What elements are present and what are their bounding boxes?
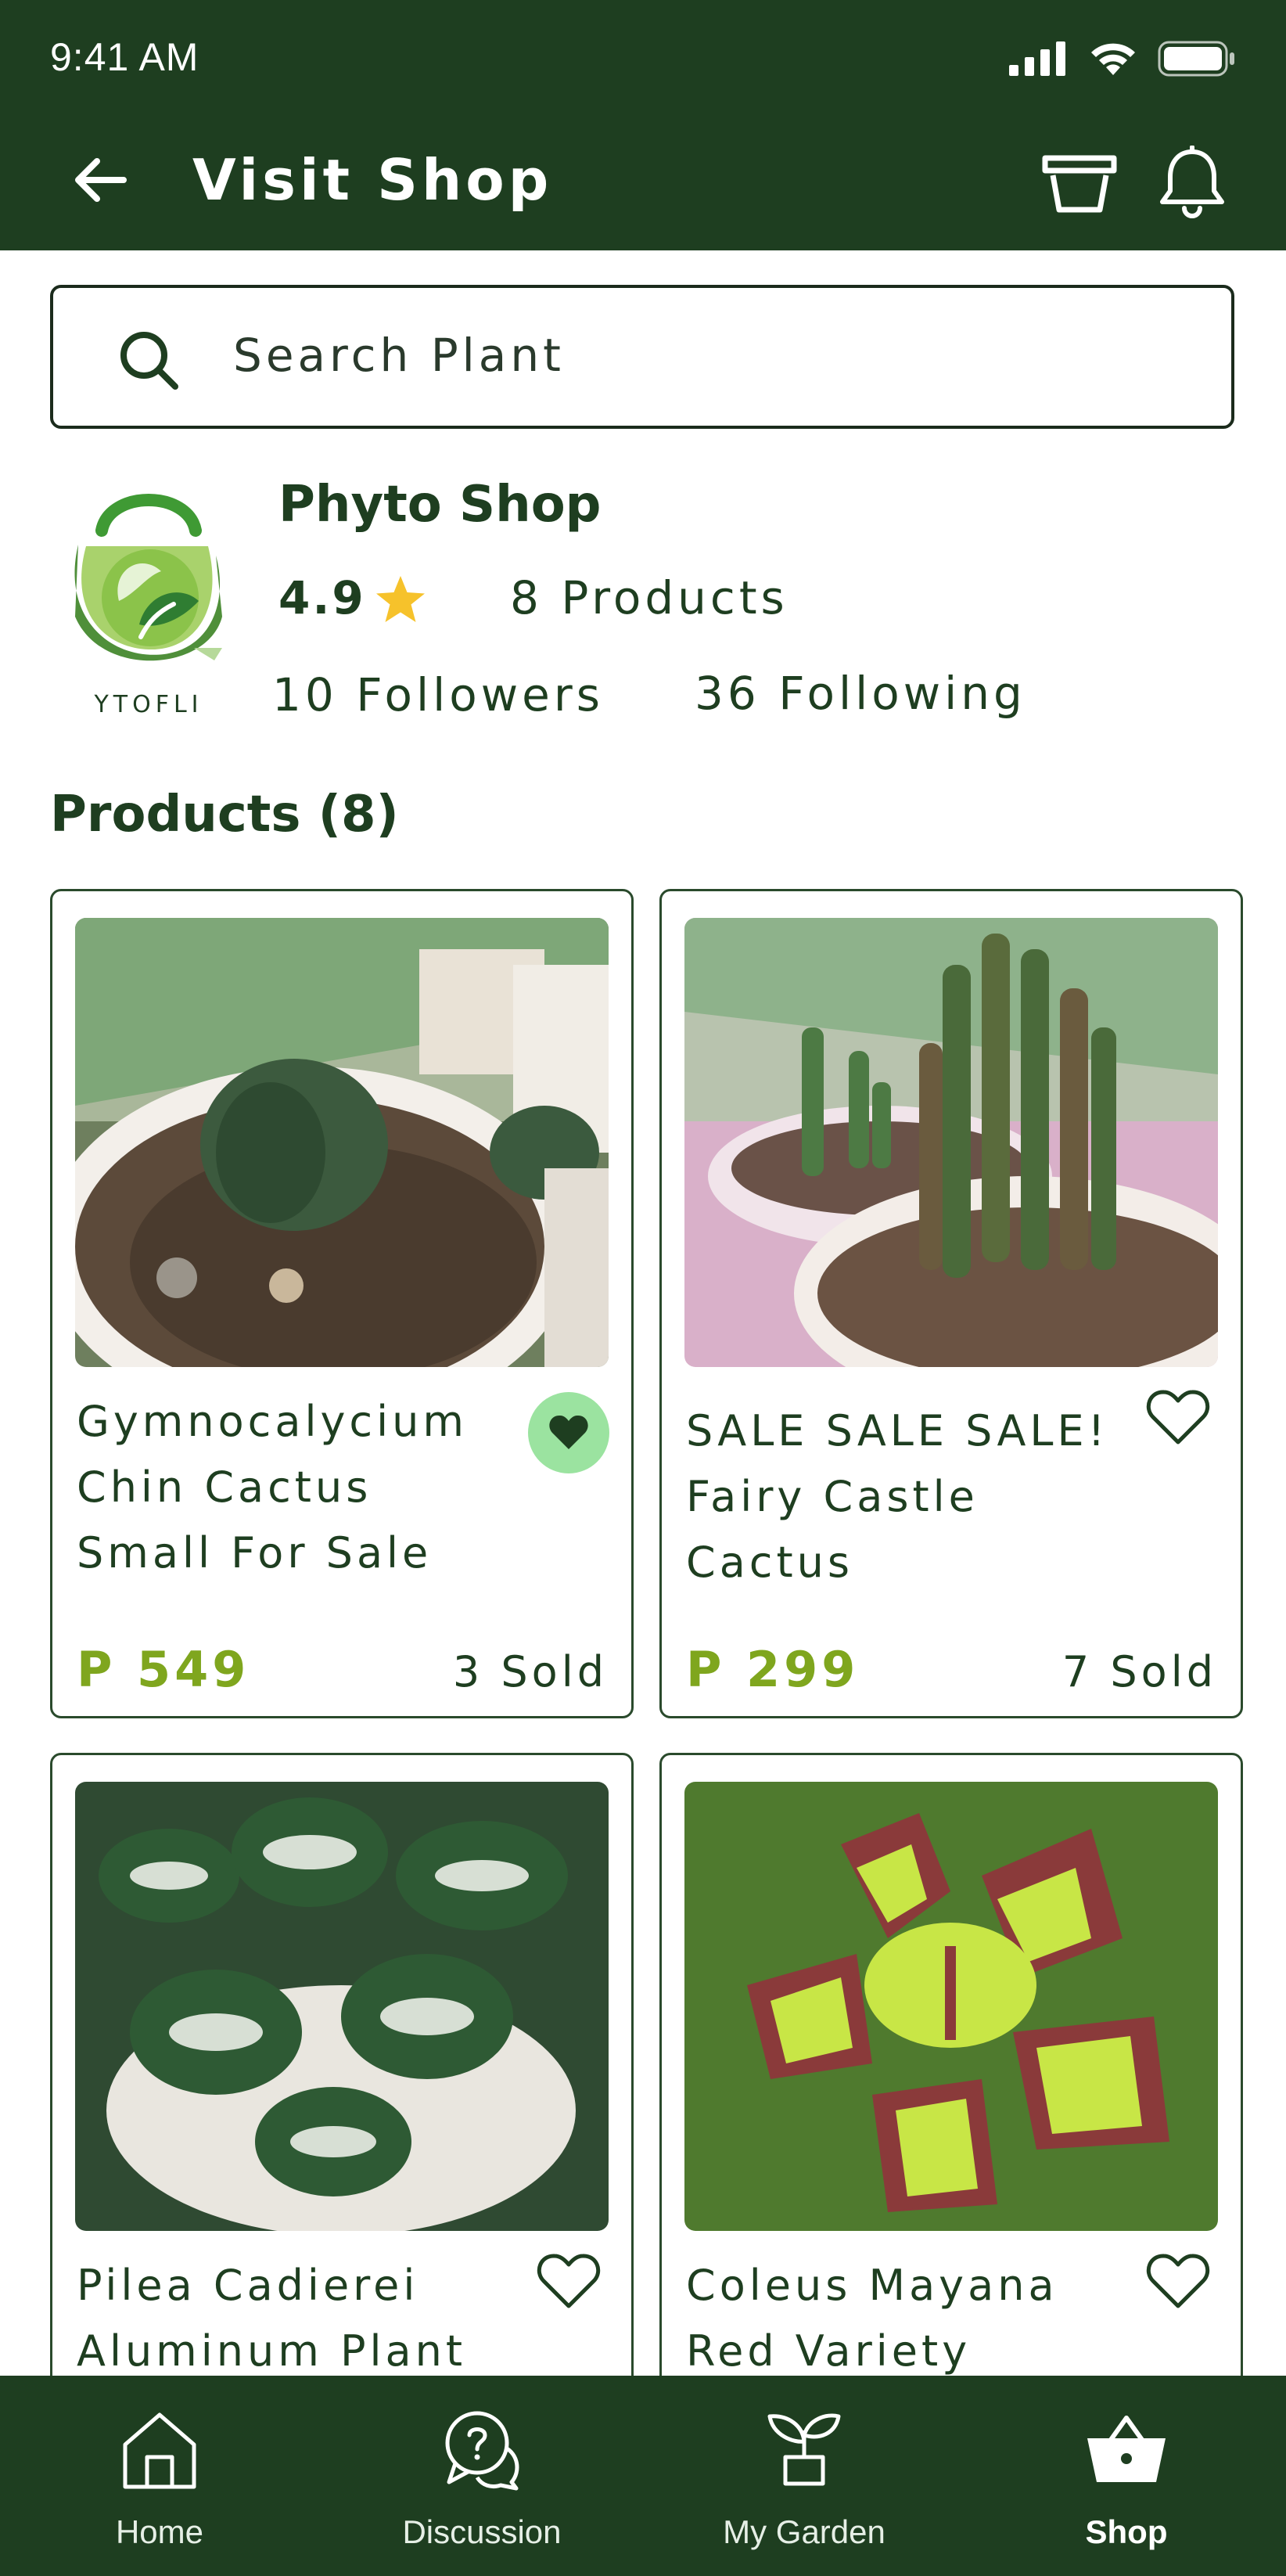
product-card[interactable]: Gymnocalycium Chin Cactus Small For Sale… xyxy=(50,889,634,1718)
favorite-button[interactable] xyxy=(1137,2240,1219,2322)
nav-item-discussion[interactable]: Discussion xyxy=(365,2376,599,2576)
discussion-icon xyxy=(445,2411,519,2491)
product-sold-count: 3 Sold xyxy=(452,1647,608,1696)
product-card[interactable]: SALE SALE SALE! Fairy Castle Cactus P 29… xyxy=(659,889,1243,1718)
product-title: Gymnocalycium Chin Cactus Small For Sale xyxy=(77,1397,468,1578)
heart-outline-icon xyxy=(537,2254,601,2308)
favorite-button[interactable] xyxy=(528,1392,609,1473)
product-image xyxy=(75,1782,609,2231)
shop-products-count: 8 Products xyxy=(510,571,788,624)
bottom-nav: Home Discussion My Garden Shop xyxy=(0,2376,1286,2576)
product-title: SALE SALE SALE! Fairy Castle Cactus xyxy=(686,1406,1109,1587)
shop-following[interactable]: 36 Following xyxy=(695,667,1026,720)
shop-followers[interactable]: 10 Followers xyxy=(272,668,604,721)
nav-label-discussion: Discussion xyxy=(402,2513,562,2550)
shop-rating: 4.9 xyxy=(278,571,366,624)
shop-logo: YTOFLI xyxy=(74,494,222,718)
signal-icon xyxy=(1009,41,1065,76)
nav-item-shop[interactable]: Shop xyxy=(1009,2376,1244,2576)
nav-item-home[interactable]: Home xyxy=(42,2376,277,2576)
back-arrow-icon[interactable] xyxy=(69,149,131,211)
favorite-button[interactable] xyxy=(1137,1376,1219,1458)
product-title: Coleus Mayana Red Variety xyxy=(686,2261,1058,2376)
heart-filled-icon xyxy=(549,1415,588,1449)
wifi-icon xyxy=(1091,43,1135,75)
shop-logo-text: YTOFLI xyxy=(93,691,203,718)
heart-outline-icon xyxy=(1146,1390,1210,1445)
status-bar: 9:41 AM xyxy=(0,0,1286,110)
basket-icon[interactable] xyxy=(1040,152,1119,214)
products-section-title: Products (8) xyxy=(50,786,399,844)
home-icon xyxy=(123,2412,196,2489)
shop-name: Phyto Shop xyxy=(278,476,602,534)
shopping-basket-icon xyxy=(1087,2416,1166,2482)
product-image xyxy=(684,918,1218,1367)
app-header: Visit Shop xyxy=(0,110,1286,250)
product-price: P 299 xyxy=(686,1641,860,1698)
battery-icon xyxy=(1158,41,1234,77)
nav-item-my-garden[interactable]: My Garden xyxy=(687,2376,921,2576)
product-image xyxy=(684,1782,1218,2231)
search-icon xyxy=(120,332,178,390)
product-sold-count: 7 Sold xyxy=(1061,1647,1217,1696)
nav-label-home: Home xyxy=(115,2513,204,2550)
search-input[interactable] xyxy=(233,316,1172,394)
product-image xyxy=(75,918,609,1367)
status-icons xyxy=(1009,41,1236,77)
page-title: Visit Shop xyxy=(192,147,553,213)
plant-pot-icon xyxy=(767,2413,841,2486)
nav-label-shop: Shop xyxy=(1085,2513,1168,2550)
search-bar[interactable] xyxy=(50,285,1234,429)
nav-label-my-garden: My Garden xyxy=(723,2513,885,2550)
product-title: Pilea Cadierei Aluminum Plant xyxy=(77,2261,467,2376)
bell-icon[interactable] xyxy=(1156,146,1228,221)
product-price: P 549 xyxy=(77,1641,250,1698)
heart-outline-icon xyxy=(1146,2254,1210,2308)
star-icon xyxy=(376,576,425,622)
status-time: 9:41 AM xyxy=(50,35,199,79)
favorite-button[interactable] xyxy=(528,2240,609,2322)
